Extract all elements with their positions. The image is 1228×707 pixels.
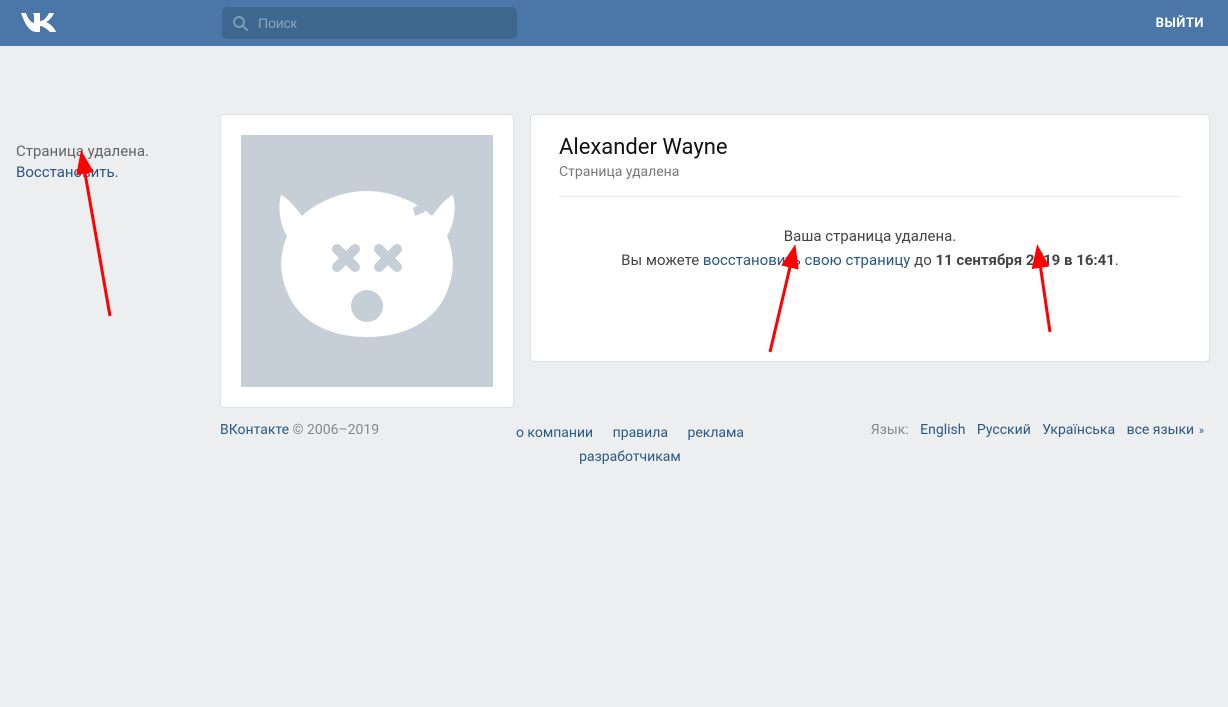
search-icon <box>232 15 248 31</box>
footer-link-about[interactable]: о компании <box>516 425 593 441</box>
search-bar[interactable] <box>222 7 517 39</box>
sidebar-restore-link[interactable]: Восстановить. <box>16 163 119 181</box>
restore-page-link[interactable]: восстановить свою страницу <box>703 251 911 269</box>
footer-lang-all[interactable]: все языки » <box>1127 422 1204 438</box>
footer-lang-label: Язык: <box>871 422 909 438</box>
sidebar-deleted-text: Страница удалена. <box>16 142 149 160</box>
footer: ВКонтакте © 2006–2019 о компании правила… <box>220 422 1208 470</box>
restore-mid: до <box>910 251 935 269</box>
sidebar: Страница удалена. Восстановить. <box>16 141 206 183</box>
footer-link-devs[interactable]: разработчикам <box>579 449 681 465</box>
footer-lang-ru[interactable]: Русский <box>977 422 1031 438</box>
logout-button[interactable]: ВЫЙТИ <box>1156 16 1204 31</box>
deleted-avatar-placeholder <box>241 135 493 387</box>
profile-photo-card <box>220 114 514 408</box>
profile-subtitle: Страница удалена <box>559 164 1181 180</box>
deleted-heading: Ваша страница удалена. <box>559 227 1181 245</box>
topbar: ВЫЙТИ <box>0 0 1228 46</box>
search-input[interactable] <box>256 14 507 32</box>
footer-lang-en[interactable]: English <box>920 422 965 438</box>
restore-prefix: Вы можете <box>621 251 703 269</box>
footer-link-rules[interactable]: правила <box>613 425 668 441</box>
footer-link-ads[interactable]: реклама <box>687 425 744 441</box>
footer-brand-link[interactable]: ВКонтакте <box>220 422 289 438</box>
restore-sentence: Вы можете восстановить свою страницу до … <box>559 251 1181 269</box>
divider <box>559 196 1181 197</box>
vk-logo[interactable] <box>18 10 62 36</box>
footer-copyright: © 2006–2019 <box>289 422 379 438</box>
chevron-right-icon: » <box>1196 424 1204 437</box>
profile-name: Alexander Wayne <box>559 135 1181 160</box>
footer-lang-ua[interactable]: Українська <box>1042 422 1115 438</box>
restore-suffix: . <box>1115 251 1119 269</box>
restore-deadline: 11 сентября 2019 в 16:41 <box>935 251 1114 269</box>
profile-info-card: Alexander Wayne Страница удалена Ваша ст… <box>530 114 1210 362</box>
